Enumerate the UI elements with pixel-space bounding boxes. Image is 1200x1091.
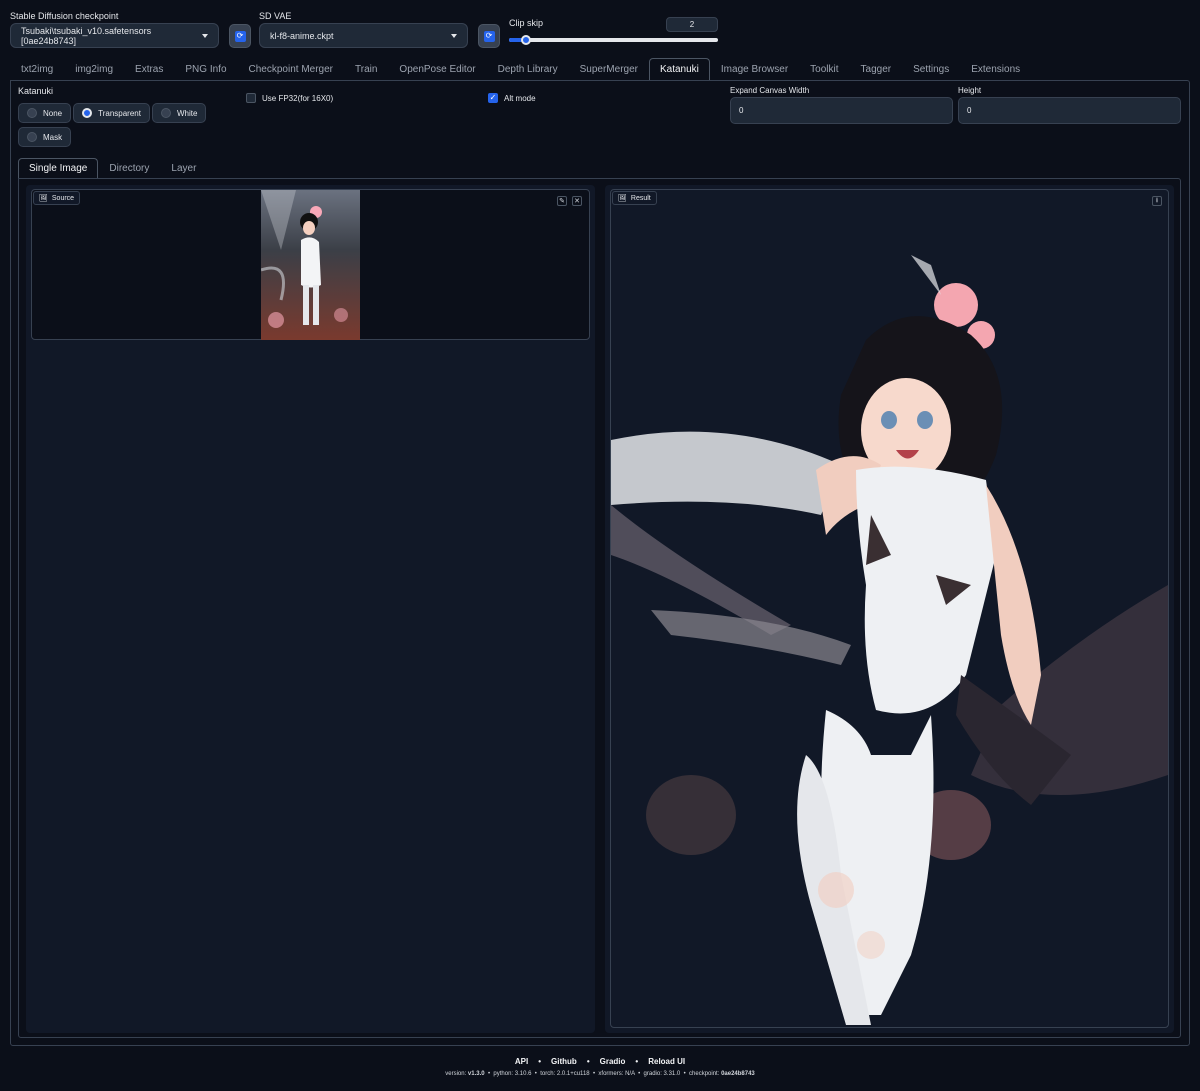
- radio-transparent[interactable]: Transparent: [73, 103, 150, 123]
- torch-version: torch: 2.0.1+cu118: [540, 1071, 590, 1077]
- chevron-down-icon: [451, 33, 457, 38]
- tab-depth-library[interactable]: Depth Library: [487, 58, 569, 80]
- tab-supermerger[interactable]: SuperMerger: [569, 58, 649, 80]
- tab-toolkit[interactable]: Toolkit: [799, 58, 849, 80]
- gradio-version: gradio: 3.31.0: [643, 1071, 681, 1077]
- checkpoint-value: Tsubaki\tsubaki_v10.safetensors [0ae24b8…: [21, 25, 152, 46]
- vae-value: kl-f8-anime.ckpt: [270, 30, 334, 41]
- checkpoint-hash: 0ae24b8743: [721, 1071, 755, 1077]
- alt-mode-label: Alt mode: [504, 93, 536, 103]
- clip-skip-label: Clip skip: [509, 18, 544, 28]
- radio-dot: [160, 108, 171, 118]
- close-icon[interactable]: ✕: [572, 196, 582, 206]
- result-label-text: Result: [630, 194, 651, 202]
- alt-mode-option[interactable]: ✓ Alt mode: [488, 93, 536, 103]
- vae-dropdown[interactable]: kl-f8-anime.ckpt: [259, 23, 468, 48]
- vae-label: SD VAE: [259, 11, 292, 21]
- main-tabs: txt2img img2img Extras PNG Info Checkpoint M…: [10, 58, 1031, 80]
- radio-none[interactable]: None: [18, 103, 72, 123]
- checkpoint-dropdown[interactable]: Tsubaki\tsubaki_v10.safetensors [0ae24b8…: [10, 23, 219, 48]
- radio-row: None Transparent White: [18, 103, 207, 123]
- tab-image-browser[interactable]: Image Browser: [710, 58, 799, 80]
- tab-tagger[interactable]: Tagger: [850, 58, 903, 80]
- python-version: python: 3.10.6: [493, 1071, 532, 1077]
- footer-link-github[interactable]: Github: [551, 1057, 577, 1066]
- tab-extras[interactable]: Extras: [124, 58, 174, 80]
- clip-skip-slider-thumb[interactable]: [521, 35, 532, 45]
- radio-dot: [27, 108, 37, 118]
- checkpoint-label-footer: checkpoint:: [689, 1071, 720, 1077]
- radio-row: Mask: [18, 127, 206, 147]
- tab-txt2img[interactable]: txt2img: [10, 58, 64, 80]
- footer-link-api[interactable]: API: [515, 1057, 528, 1066]
- radio-mask[interactable]: Mask: [18, 127, 72, 147]
- clip-skip-slider[interactable]: [509, 38, 718, 42]
- source-label-text: Source: [51, 194, 75, 202]
- checkpoint-label: Stable Diffusion checkpoint: [10, 11, 119, 21]
- image-icon: 🖼: [618, 195, 627, 202]
- tab-img2img[interactable]: img2img: [64, 58, 124, 80]
- subtab-single-image[interactable]: Single Image: [18, 158, 99, 178]
- radio-white[interactable]: White: [151, 103, 207, 123]
- expand-width-label: Expand Canvas Width: [730, 86, 810, 95]
- tab-train[interactable]: Train: [344, 58, 388, 80]
- refresh-icon: ⟳: [234, 30, 246, 42]
- radio-dot: [82, 108, 93, 118]
- chevron-down-icon: [202, 33, 208, 38]
- result-label: 🖼 Result: [612, 191, 657, 205]
- footer-info: version: v1.3.0 • python: 3.10.6 • torch…: [445, 1071, 755, 1077]
- tab-png-info[interactable]: PNG Info: [174, 58, 237, 80]
- footer-separator: •: [538, 1057, 542, 1066]
- refresh-vae-button[interactable]: ⟳: [478, 24, 500, 48]
- version-value: v1.3.0: [467, 1071, 485, 1077]
- footer-link-gradio[interactable]: Gradio: [600, 1057, 626, 1066]
- subtab-directory[interactable]: Directory: [98, 158, 160, 178]
- tab-openpose-editor[interactable]: OpenPose Editor: [388, 58, 486, 80]
- fp32-label: Use FP32(for 16X0): [262, 93, 334, 103]
- tab-settings[interactable]: Settings: [902, 58, 960, 80]
- image-icon: 🖼: [39, 195, 48, 202]
- height-label: Height: [958, 86, 982, 95]
- radio-dot: [27, 132, 37, 142]
- tab-katanuki[interactable]: Katanuki: [648, 58, 710, 80]
- footer-separator: •: [635, 1057, 639, 1066]
- edit-icon[interactable]: ✎: [557, 196, 567, 206]
- tab-checkpoint-merger[interactable]: Checkpoint Merger: [238, 58, 344, 80]
- radio-label: Mask: [43, 132, 63, 142]
- source-image: [261, 190, 360, 340]
- footer-link-reload-ui[interactable]: Reload UI: [648, 1057, 685, 1066]
- sub-tabs: Single Image Directory Layer: [18, 158, 207, 178]
- katanuki-label: Katanuki: [18, 86, 54, 96]
- source-label: 🖼 Source: [33, 191, 81, 205]
- radio-label: Transparent: [98, 108, 141, 118]
- footer-separator: •: [586, 1057, 590, 1066]
- radio-label: None: [43, 108, 63, 118]
- refresh-icon: ⟳: [483, 30, 495, 42]
- radio-label: White: [176, 108, 198, 118]
- xformers-version: xformers: N/A: [598, 1071, 635, 1077]
- download-icon[interactable]: ⭳: [1152, 196, 1162, 206]
- height-input[interactable]: 0: [958, 97, 1181, 124]
- result-image: [611, 255, 1168, 1025]
- alt-mode-checkbox[interactable]: ✓: [488, 93, 498, 103]
- tab-extensions[interactable]: Extensions: [960, 58, 1031, 80]
- katanuki-radio-group: None Transparent White Mask: [18, 103, 207, 151]
- expand-width-input[interactable]: 0: [730, 97, 953, 124]
- fp32-checkbox[interactable]: [246, 93, 256, 103]
- version-label: version:: [445, 1071, 467, 1077]
- subtab-layer[interactable]: Layer: [160, 158, 207, 178]
- footer-links: API • Github • Gradio • Reload UI: [0, 1057, 1200, 1066]
- refresh-checkpoint-button[interactable]: ⟳: [229, 24, 251, 48]
- clip-skip-input[interactable]: 2: [666, 17, 718, 32]
- fp32-option[interactable]: Use FP32(for 16X0): [246, 93, 333, 103]
